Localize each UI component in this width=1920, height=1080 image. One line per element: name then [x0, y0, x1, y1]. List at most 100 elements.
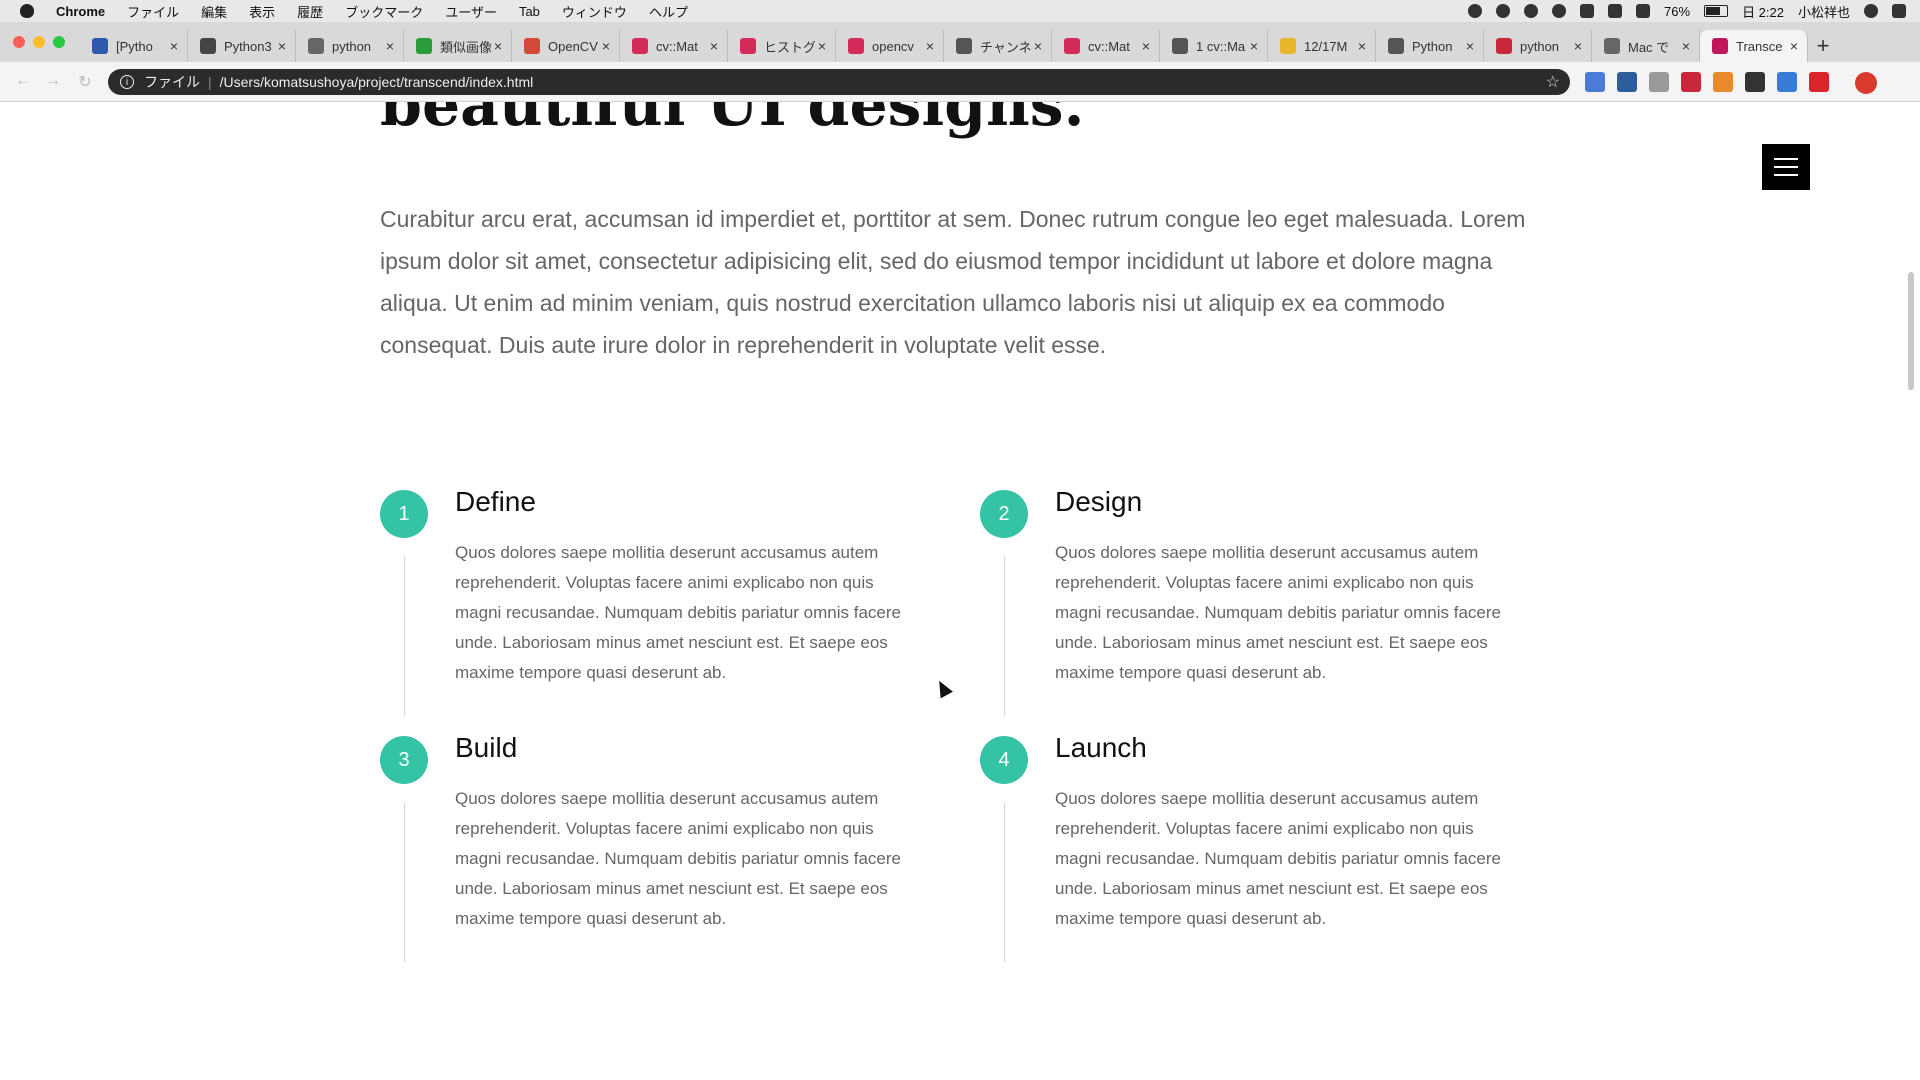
tab-close-icon[interactable]: × [491, 38, 505, 54]
battery-percent[interactable]: 76% [1664, 4, 1690, 19]
browser-tab[interactable]: Mac で × [1592, 30, 1700, 62]
browser-tab[interactable]: Transce × [1700, 30, 1808, 62]
browser-tab[interactable]: Python3 × [188, 30, 296, 62]
reload-icon[interactable]: ↻ [76, 72, 94, 91]
browser-tab[interactable]: cv::Mat × [620, 30, 728, 62]
creative-cloud-icon[interactable] [1552, 4, 1567, 18]
tab-close-icon[interactable]: × [275, 38, 289, 54]
menu-item-view[interactable]: 表示 [249, 2, 275, 21]
tab-title: Python3 [224, 38, 272, 54]
intro-paragraph: Curabitur arcu erat, accumsan id imperdi… [380, 206, 1526, 358]
site-info-icon[interactable]: i [120, 75, 134, 89]
browser-tab[interactable]: 1 cv::Ma × [1160, 30, 1268, 62]
hamburger-line [1774, 174, 1798, 176]
user-name[interactable]: 小松祥也 [1798, 2, 1850, 21]
wifi-icon[interactable] [1636, 4, 1651, 18]
extensions-area [1585, 72, 1829, 92]
selenium-extension-icon[interactable] [1745, 72, 1765, 92]
battery-icon[interactable] [1704, 5, 1729, 17]
metamask-extension-icon[interactable] [1713, 72, 1733, 92]
browser-tab[interactable]: cv::Mat × [1052, 30, 1160, 62]
tab-close-icon[interactable]: × [1139, 38, 1153, 54]
profile-avatar[interactable] [1855, 72, 1877, 94]
tab-close-icon[interactable]: × [1031, 38, 1045, 54]
youtube-extension-icon[interactable] [1809, 72, 1829, 92]
bluetooth-icon[interactable] [1608, 4, 1623, 18]
forward-icon[interactable]: → [44, 72, 62, 90]
record-icon[interactable] [1468, 4, 1483, 18]
input-method-icon[interactable] [1580, 4, 1595, 18]
clock[interactable]: 日 2:22 [1742, 2, 1784, 21]
qr-extension-icon[interactable] [1681, 72, 1701, 92]
tab-favicon-icon [524, 38, 540, 54]
step-number-badge: 3 [380, 736, 428, 784]
menu-item-tab[interactable]: Tab [519, 4, 540, 19]
tab-close-icon[interactable]: × [599, 38, 613, 54]
tab-favicon-icon [1172, 38, 1188, 54]
dictionary-extension-icon[interactable] [1617, 72, 1637, 92]
screenshot-extension-icon[interactable] [1649, 72, 1669, 92]
menu-item-file[interactable]: ファイル [127, 2, 179, 21]
tab-close-icon[interactable]: × [1247, 38, 1261, 54]
browser-tab[interactable]: Python × [1376, 30, 1484, 62]
step-define: 1 Define Quos dolores saepe mollitia des… [380, 486, 940, 735]
menu-item-users[interactable]: ユーザー [445, 2, 497, 21]
browser-tab[interactable]: ヒストグ × [728, 30, 836, 62]
browser-tab[interactable]: OpenCV × [512, 30, 620, 62]
web-extension-icon[interactable] [1777, 72, 1797, 92]
browser-tab[interactable]: チャンネ × [944, 30, 1052, 62]
tab-close-icon[interactable]: × [1571, 38, 1585, 54]
back-icon[interactable]: ← [14, 72, 32, 90]
tab-close-icon[interactable]: × [815, 38, 829, 54]
tab-close-icon[interactable]: × [167, 38, 181, 54]
address-url[interactable]: /Users/komatsushoya/project/transcend/in… [220, 74, 534, 90]
minimize-window-button[interactable] [33, 36, 45, 48]
status-area: 76% 日 2:22 小松祥也 [1468, 0, 1906, 22]
translate-extension-icon[interactable] [1585, 72, 1605, 92]
tab-favicon-icon [1604, 38, 1620, 54]
browser-tab[interactable]: [Pytho × [80, 30, 188, 62]
notification-center-icon[interactable] [1892, 4, 1906, 18]
menu-item-edit[interactable]: 編集 [201, 2, 227, 21]
maximize-window-button[interactable] [53, 36, 65, 48]
menu-toggle-button[interactable] [1762, 144, 1810, 190]
close-window-button[interactable] [13, 36, 25, 48]
tab-title: 12/17M [1304, 38, 1348, 54]
tab-close-icon[interactable]: × [1463, 38, 1477, 54]
menu-app-name[interactable]: Chrome [56, 4, 105, 19]
browser-tab[interactable]: 12/17M × [1268, 30, 1376, 62]
menu-item-window[interactable]: ウィンドウ [562, 2, 627, 21]
hamburger-line [1774, 158, 1798, 160]
dropbox-icon[interactable] [1524, 4, 1539, 18]
tab-close-icon[interactable]: × [383, 38, 397, 54]
grammarly-icon[interactable] [1496, 4, 1511, 18]
tab-favicon-icon [308, 38, 324, 54]
browser-tab[interactable]: opencv × [836, 30, 944, 62]
tab-title: opencv [872, 38, 914, 54]
browser-tab[interactable]: python × [296, 30, 404, 62]
tab-title: チャンネ [980, 39, 1031, 55]
tab-close-icon[interactable]: × [1679, 38, 1693, 54]
menu-item-history[interactable]: 履歴 [297, 2, 323, 21]
menu-item-bookmarks[interactable]: ブックマーク [345, 2, 423, 21]
bookmark-star-icon[interactable]: ☆ [1546, 72, 1560, 92]
tab-close-icon[interactable]: × [923, 38, 937, 54]
new-tab-button[interactable]: + [1808, 30, 1838, 62]
hamburger-line [1774, 166, 1798, 168]
step-title: Design [1055, 486, 1143, 517]
page-scrollbar[interactable] [1908, 272, 1914, 390]
step-number-badge: 1 [380, 490, 428, 538]
tab-favicon-icon [1280, 38, 1296, 54]
step-title: Build [455, 732, 518, 763]
browser-tab[interactable]: 類似画像 × [404, 30, 512, 62]
spotlight-search-icon[interactable] [1864, 4, 1878, 18]
step-launch: 4 Launch Quos dolores saepe mollitia des… [980, 732, 1540, 981]
tab-close-icon[interactable]: × [707, 38, 721, 54]
apple-icon[interactable] [20, 4, 34, 18]
tab-title: Transce [1736, 38, 1783, 54]
tab-close-icon[interactable]: × [1787, 38, 1801, 54]
menu-item-help[interactable]: ヘルプ [649, 2, 688, 21]
address-bar[interactable]: i ファイル | /Users/komatsushoya/project/tra… [108, 69, 1570, 95]
browser-tab[interactable]: python × [1484, 30, 1592, 62]
tab-close-icon[interactable]: × [1355, 38, 1369, 54]
